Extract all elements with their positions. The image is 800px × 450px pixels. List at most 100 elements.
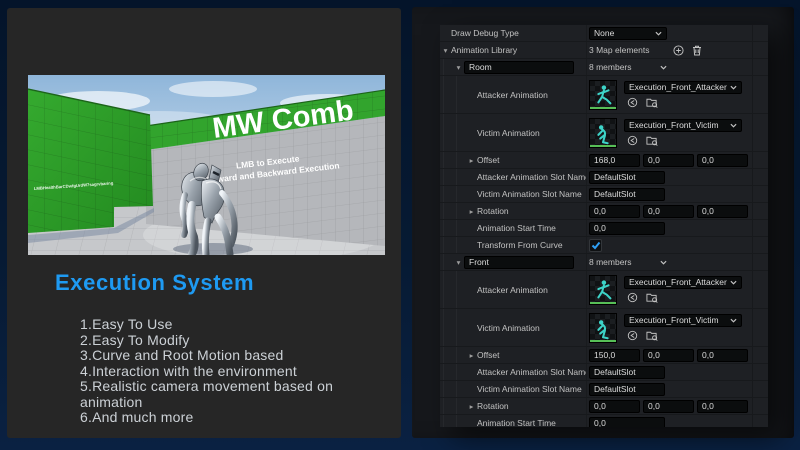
vector-component-input[interactable]: 0,0 [589,400,640,413]
property-row: Draw Debug Type None [440,25,768,42]
expander-right-icon[interactable]: ▸ [466,156,477,165]
indent-guide [456,220,466,236]
browse-to-asset-icon[interactable] [646,135,658,146]
property-label: Transform From Curve [477,240,563,250]
indent-guide [443,169,453,185]
property-row: ▾Animation Library3 Map elements [440,42,768,59]
asset-name: Execution_Front_Victim [629,120,719,131]
property-name-cell: ▾Room [440,59,586,75]
asset-name: Execution_Front_Attacker [629,82,727,93]
add-element-icon[interactable] [673,45,684,56]
browse-to-asset-icon[interactable] [646,97,658,108]
text-value-input[interactable]: 0,0 [589,222,665,235]
property-row: Attacker Animation Slot NameDefaultSlot [440,364,768,381]
expander-down-icon[interactable]: ▾ [453,63,464,72]
asset-dropdown[interactable]: Execution_Front_Attacker [624,81,742,94]
vector-component-input[interactable]: 0,0 [697,205,748,218]
property-row: Victim AnimationExecution_Front_Victim [440,114,768,152]
asset-thumbnail[interactable] [589,118,617,148]
text-value-input[interactable]: 0,0 [589,417,665,428]
showcase-panel: MW Comb LMB to Execute Forward and Backw… [7,8,401,438]
feature-item: 3.Curve and Root Motion based [80,348,382,364]
vector-component-input[interactable]: 0,0 [589,205,640,218]
indent-guide [443,309,453,346]
use-selected-asset-icon[interactable] [627,330,638,341]
property-row: Victim Animation Slot NameDefaultSlot [440,186,768,203]
vector-component-input[interactable]: 0,0 [697,400,748,413]
row-right-gutter [752,25,768,41]
transform-from-curve-checkbox[interactable] [589,239,602,252]
draw-debug-type-dropdown[interactable]: None [589,27,667,40]
indent-guide [443,415,453,427]
asset-dropdown[interactable]: Execution_Front_Victim [624,314,742,327]
anim-asset-color-bar [590,145,616,147]
property-name-cell: ▸Offset [440,152,586,168]
details-panel: Draw Debug Type None ▾Animation Library3 M… [440,25,768,427]
vector-component-input[interactable]: 0,0 [697,154,748,167]
property-value-cell: Execution_Front_Victim [586,114,752,151]
asset-name: Execution_Front_Attacker [629,277,727,288]
text-value-input[interactable]: DefaultSlot [589,366,665,379]
property-label: Draw Debug Type [451,28,519,38]
use-selected-asset-icon[interactable] [627,292,638,303]
map-elements-count: 3 Map elements [589,45,649,55]
expander-down-icon[interactable]: ▾ [453,258,464,267]
asset-picker: Execution_Front_Victim [624,119,742,146]
property-value-cell: 150,00,00,0 [586,347,752,363]
members-dropdown[interactable]: 8 members [589,62,667,72]
asset-dropdown[interactable]: Execution_Front_Victim [624,119,742,132]
text-value-input[interactable]: DefaultSlot [589,188,665,201]
property-row: ▸Rotation0,00,00,0 [440,398,768,415]
members-dropdown[interactable]: 8 members [589,257,667,267]
text-value-input[interactable]: DefaultSlot [589,383,665,396]
indent-guide [456,203,466,219]
property-name-cell: ▾Front [440,254,586,270]
expander-right-icon[interactable]: ▸ [466,402,477,411]
expander-down-icon[interactable]: ▾ [440,46,451,55]
browse-to-asset-icon[interactable] [646,330,658,341]
feature-item: 1.Easy To Use [80,317,382,333]
vector-component-input[interactable]: 0,0 [643,205,694,218]
vector-component-input[interactable]: 0,0 [643,400,694,413]
vector-component-input[interactable]: 150,0 [589,349,640,362]
asset-thumbnail[interactable] [589,275,617,305]
chevron-down-icon [730,277,737,288]
row-right-gutter [752,415,768,427]
text-value-input[interactable]: DefaultSlot [589,171,665,184]
vector-component-input[interactable]: 0,0 [697,349,748,362]
asset-thumbnail[interactable] [589,313,617,343]
property-label: Offset [477,350,500,360]
asset-dropdown[interactable]: Execution_Front_Attacker [624,276,742,289]
row-right-gutter [752,347,768,363]
property-value-cell: DefaultSlot [586,381,752,397]
use-selected-asset-icon[interactable] [627,97,638,108]
chevron-down-icon [730,315,737,326]
map-key-input[interactable]: Front [464,256,574,269]
property-row: Transform From Curve [440,237,768,254]
expander-right-icon[interactable]: ▸ [466,351,477,360]
expander-right-icon[interactable]: ▸ [466,207,477,216]
property-name-cell: ▸Rotation [440,398,586,414]
use-selected-asset-icon[interactable] [627,135,638,146]
vector-component-input[interactable]: 168,0 [589,154,640,167]
property-row: Victim AnimationExecution_Front_Victim [440,309,768,347]
browse-to-asset-icon[interactable] [646,292,658,303]
map-key-input[interactable]: Room [464,61,574,74]
asset-picker: Execution_Front_Attacker [624,81,742,108]
indent-guide [456,364,466,380]
property-label: Rotation [477,206,509,216]
asset-thumbnail[interactable] [589,80,617,110]
asset-actions [624,330,742,341]
row-right-gutter [752,364,768,380]
property-label: Animation Start Time [477,223,556,233]
feature-item: 5.Realistic camera movement based on ani… [80,379,382,410]
indent-guide [443,398,453,414]
delete-elements-icon[interactable] [692,45,702,56]
details-container-panel: Draw Debug Type None ▾Animation Library3 M… [412,7,794,438]
property-name-cell: Draw Debug Type [440,25,586,41]
property-value-cell: 0,0 [586,220,752,236]
vector-component-input[interactable]: 0,0 [643,349,694,362]
indent-guide [456,114,466,151]
figures-shadow [173,243,253,255]
vector-component-input[interactable]: 0,0 [643,154,694,167]
